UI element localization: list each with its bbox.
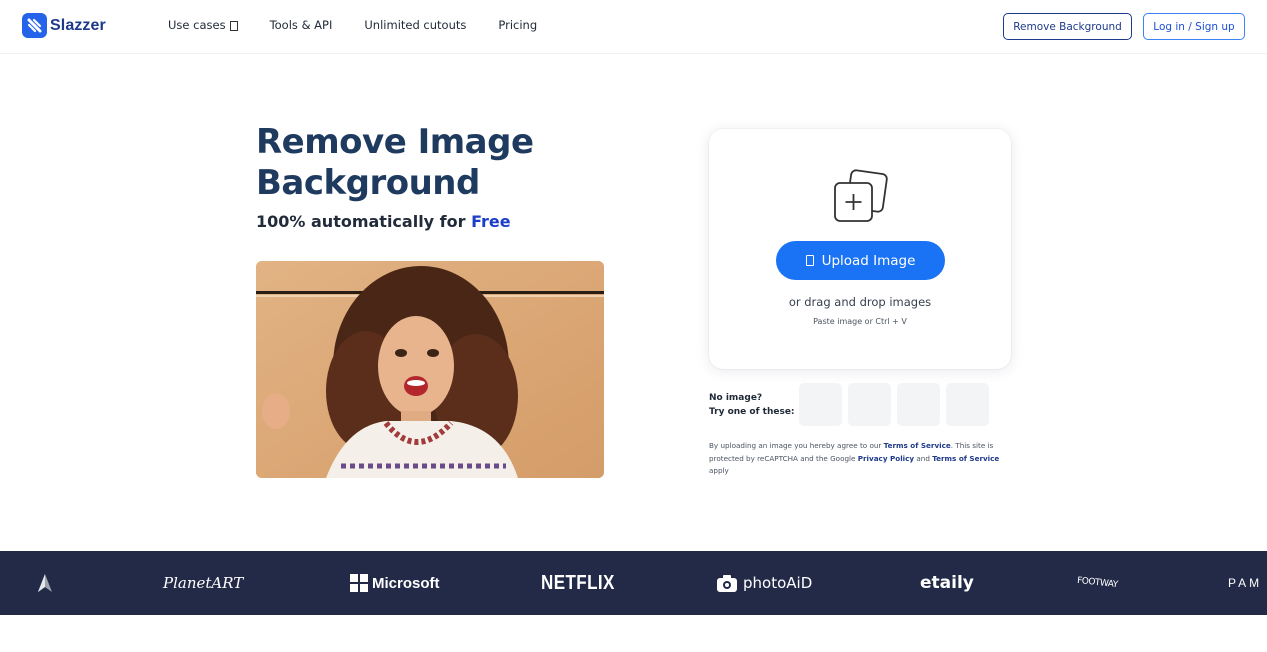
photoaid-logo-text: photoAiD [743,574,813,592]
upload-image-button[interactable]: Upload Image [776,241,945,280]
hero-subtitle-free: Free [471,212,511,231]
windows-icon [350,574,368,592]
legal-notice: By uploading an image you hereby agree t… [709,440,1009,478]
arrow-brand-logo-icon [38,551,52,615]
paste-hint: Paste image or Ctrl + V [813,317,907,326]
pam-logo: PAM [1228,576,1263,590]
sample-image-thumb[interactable] [897,383,940,426]
planetart-logo: PlanetART [163,574,244,592]
upload-image-label: Upload Image [821,252,916,269]
page-bottom-area [0,615,1267,652]
logo-text: Slazzer [50,16,106,34]
drag-drop-hint: or drag and drop images [788,295,932,309]
logo[interactable]: Slazzer [22,13,106,38]
legal-text: apply [709,466,729,475]
chevron-down-icon [229,20,238,31]
sample-images-label: No image? Try one of these: [709,391,795,419]
footway-logo: FOOTWAY [1076,575,1119,591]
sample-label-line1: No image? [709,393,763,403]
nav-tools-api[interactable]: Tools & API [270,18,333,32]
client-logos-strip: PlanetART Microsoft NETFLIX photoAiD eta… [0,551,1267,615]
nav-use-cases-label: Use cases [168,18,226,32]
slazzer-logo-icon [22,13,47,38]
hero-sample-photo [256,261,604,478]
main-nav: Use cases Tools & API Unlimited cutouts … [168,18,569,32]
sample-image-thumb[interactable] [799,383,842,426]
remove-background-button[interactable]: Remove Background [1003,13,1132,40]
nav-tools-api-label: Tools & API [269,18,333,32]
etaily-logo: etaily [920,573,974,593]
sample-label-line2: Try one of these: [709,407,795,417]
google-terms-link[interactable]: Terms of Service [932,454,999,463]
top-header: Slazzer Use cases Tools & API Unlimited … [0,0,1267,54]
sample-image-thumb[interactable] [848,383,891,426]
image-stack-plus-icon [831,169,889,225]
microsoft-logo-text: Microsoft [372,574,440,592]
nav-pricing[interactable]: Pricing [498,18,537,32]
legal-text: By uploading an image you hereby agree t… [709,441,884,450]
sample-image-thumb[interactable] [946,383,989,426]
nav-use-cases[interactable]: Use cases [168,18,238,32]
privacy-policy-link[interactable]: Privacy Policy [858,454,914,463]
netflix-logo: NETFLIX [541,571,615,594]
microsoft-logo: Microsoft [350,551,440,615]
camera-icon [717,575,737,592]
page-title: Remove Image Background [256,122,534,203]
upload-card[interactable]: Upload Image or drag and drop images Pas… [709,129,1011,369]
hero-subtitle: 100% automatically for Free [256,212,511,231]
upload-icon [805,255,814,266]
legal-text: and [914,453,933,463]
login-signup-button[interactable]: Log in / Sign up [1143,13,1245,40]
hero-subtitle-text: 100% automatically for [256,212,472,231]
nav-unlimited-cutouts-label: Unlimited cutouts [364,18,467,32]
terms-of-service-link[interactable]: Terms of Service [884,441,951,450]
nav-pricing-label: Pricing [498,18,538,32]
photoaid-logo: photoAiD [717,551,812,615]
nav-unlimited-cutouts[interactable]: Unlimited cutouts [364,18,466,32]
